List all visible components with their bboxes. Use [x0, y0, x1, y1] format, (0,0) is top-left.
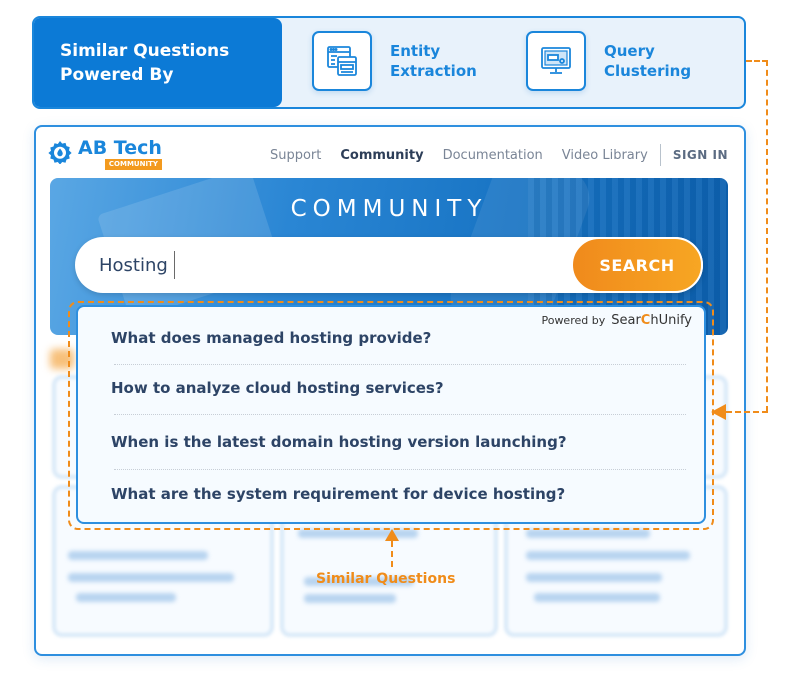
blurred-text — [526, 529, 650, 538]
nav-community[interactable]: Community — [340, 148, 423, 163]
search-input[interactable]: Hosting — [99, 251, 175, 279]
gear-drop-icon — [48, 141, 72, 164]
annotation-arrow-icon — [385, 529, 399, 541]
banner-title: Similar Questions Powered By — [60, 40, 230, 85]
blurred-text — [534, 593, 660, 602]
brand-prefix: Sear — [611, 313, 641, 328]
powered-by-label: Powered by — [541, 314, 606, 327]
suggestion-item[interactable]: What are the system requirement for devi… — [111, 485, 683, 503]
site-logo[interactable]: AB Tech COMMUNITY — [48, 137, 162, 170]
connector-line — [746, 60, 768, 62]
query-clustering-icon — [526, 31, 586, 91]
blurred-text — [298, 529, 418, 538]
feature-banner: Similar Questions Powered By Entity Extr… — [32, 16, 746, 109]
powered-by: Powered by SearChUnify — [541, 313, 692, 328]
nav-documentation[interactable]: Documentation — [443, 148, 543, 163]
suggestion-item[interactable]: What does managed hosting provide? — [111, 329, 683, 347]
blurred-text — [304, 594, 396, 603]
connector-arrow-icon — [711, 404, 726, 420]
logo-badge: COMMUNITY — [104, 159, 162, 170]
blurred-text — [76, 593, 176, 602]
feature-label: Entity Extraction — [390, 42, 477, 80]
feature-label: Query Clustering — [604, 42, 692, 80]
sign-in-link[interactable]: SIGN IN — [673, 148, 728, 162]
nav-divider — [659, 144, 661, 166]
search-query: Hosting — [99, 254, 168, 276]
search-button[interactable]: SEARCH — [571, 237, 703, 293]
annotation-connector — [391, 541, 393, 567]
hero-title: COMMUNITY — [290, 196, 488, 222]
nav-video-library[interactable]: Video Library — [562, 148, 648, 163]
top-nav: Support Community Documentation Video Li… — [251, 144, 728, 166]
community-site: AB Tech COMMUNITY Support Community Docu… — [34, 125, 746, 656]
connector-line — [766, 60, 768, 412]
blurred-text — [68, 573, 234, 582]
suggestion-item[interactable]: How to analyze cloud hosting services? — [111, 379, 683, 397]
suggestion-divider — [114, 364, 686, 365]
blurred-text — [526, 573, 662, 582]
suggestion-divider — [114, 469, 686, 470]
text-caret — [173, 251, 175, 279]
blurred-text — [526, 551, 690, 560]
banner-title-panel: Similar Questions Powered By — [34, 18, 282, 107]
connector-line — [726, 411, 768, 413]
feature-entity-extraction: Entity Extraction — [312, 31, 477, 91]
brand-suffix: hUnify — [650, 313, 692, 328]
searchunify-logo: SearChUnify — [611, 313, 692, 328]
brand-magnifier-icon: C — [640, 313, 651, 328]
search-bar: Hosting SEARCH — [75, 237, 703, 293]
logo-name: AB Tech — [78, 137, 162, 159]
entity-extraction-icon — [312, 31, 372, 91]
feature-query-clustering: Query Clustering — [526, 31, 691, 91]
similar-questions-dropdown: Powered by SearChUnify What does managed… — [76, 305, 706, 524]
nav-support[interactable]: Support — [270, 148, 321, 163]
suggestion-divider — [114, 414, 686, 415]
suggestion-item[interactable]: When is the latest domain hosting versio… — [111, 433, 683, 451]
annotation-label: Similar Questions — [316, 571, 456, 587]
blurred-text — [68, 551, 208, 560]
